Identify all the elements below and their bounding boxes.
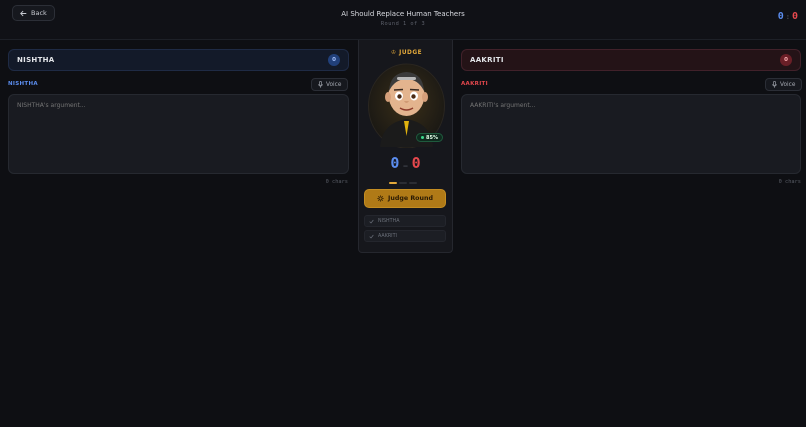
- left-char-count: 0 chars: [325, 179, 348, 185]
- left-voice-button[interactable]: Voice: [311, 78, 349, 91]
- right-voice-button[interactable]: Voice: [765, 78, 803, 91]
- left-player-name: NISHTHA: [17, 56, 55, 64]
- round-dot: [409, 182, 417, 184]
- judge-round-button[interactable]: Judge Round: [364, 189, 446, 208]
- right-voice-label: Voice: [780, 81, 796, 88]
- confidence-value: 85%: [426, 134, 438, 141]
- judge-check-label: AAKRITI: [378, 233, 397, 239]
- right-side-label: AAKRITI: [461, 81, 488, 87]
- left-player-count: 0: [328, 54, 340, 66]
- debate-title: AI Should Replace Human Teachers: [341, 10, 465, 18]
- judge-score-right: 0: [411, 154, 421, 172]
- judge-title: ♔ JUDGE: [359, 50, 454, 56]
- right-player-name: AAKRITI: [470, 56, 504, 64]
- top-bar: Back AI Should Replace Human Teachers Ro…: [0, 0, 806, 40]
- judge-check-label: NISHTHA: [378, 218, 400, 224]
- left-argument-input[interactable]: [8, 94, 349, 174]
- left-side-label: NISHTHA: [8, 81, 38, 87]
- confidence-badge: 85%: [416, 133, 443, 142]
- left-voice-label: Voice: [326, 81, 342, 88]
- crown-icon: ♔: [390, 50, 397, 56]
- round-dot: [399, 182, 407, 184]
- score-separator: :: [785, 13, 790, 21]
- right-argument-input[interactable]: [461, 94, 801, 174]
- header-score: 0 : 0: [778, 11, 798, 22]
- judge-round-label: Judge Round: [388, 195, 433, 202]
- judge-check-row: NISHTHA: [364, 215, 446, 227]
- judge-score-separator: –: [403, 162, 408, 170]
- left-player-header: NISHTHA 0: [8, 49, 349, 71]
- check-icon: [369, 234, 374, 239]
- round-indicator: Round 1 of 3: [380, 21, 426, 27]
- score-right: 0: [791, 11, 798, 22]
- gear-icon: [377, 195, 384, 202]
- judge-score: 0 – 0: [358, 154, 453, 172]
- round-dot: [389, 182, 397, 184]
- right-player-header: AAKRITI 0: [461, 49, 801, 71]
- right-char-count: 0 chars: [778, 179, 801, 185]
- microphone-icon: [318, 81, 323, 88]
- status-dot-icon: [421, 136, 424, 139]
- round-progress: [389, 182, 417, 184]
- score-left: 0: [777, 11, 784, 22]
- judge-title-text: JUDGE: [399, 50, 423, 56]
- right-player-count: 0: [780, 54, 792, 66]
- microphone-icon: [772, 81, 777, 88]
- check-icon: [369, 219, 374, 224]
- judge-check-row: AAKRITI: [364, 230, 446, 242]
- judge-score-left: 0: [390, 154, 400, 172]
